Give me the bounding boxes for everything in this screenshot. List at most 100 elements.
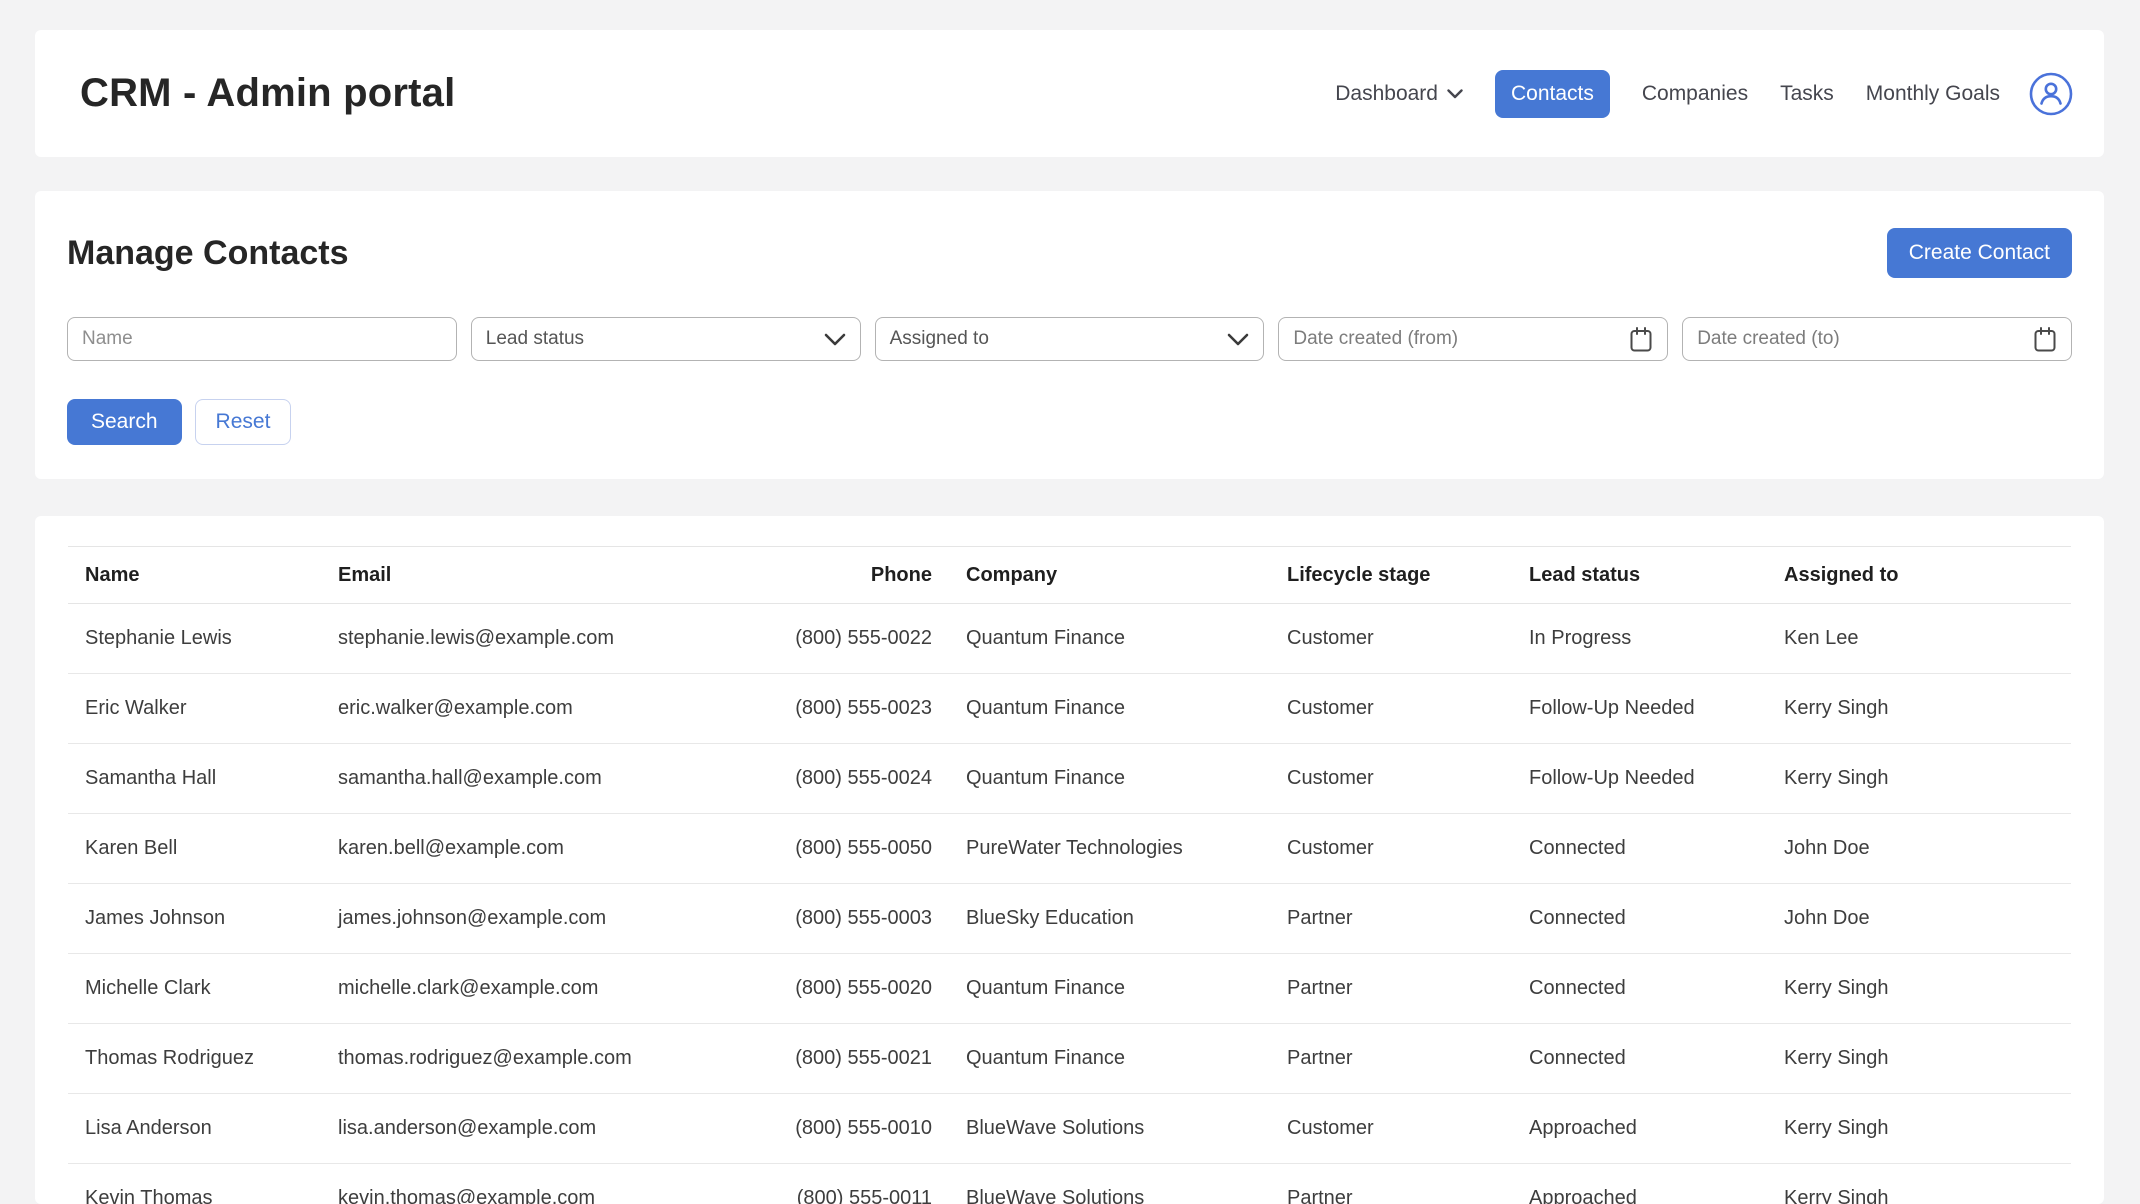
cell-phone: (800) 555-0023 xyxy=(640,674,949,744)
cell-phone: (800) 555-0003 xyxy=(640,884,949,954)
cell-company: Quantum Finance xyxy=(949,1024,1270,1094)
nav-item-monthly-goals[interactable]: Monthly Goals xyxy=(1866,82,2000,106)
cell-company: BlueWave Solutions xyxy=(949,1094,1270,1164)
cell-lead-status: Follow-Up Needed xyxy=(1512,744,1767,814)
lead-status-select[interactable]: Lead status xyxy=(471,317,861,361)
app-header: CRM - Admin portal Dashboard Contacts Co… xyxy=(35,30,2104,157)
cell-phone: (800) 555-0022 xyxy=(640,604,949,674)
name-input[interactable] xyxy=(67,317,457,361)
cell-phone: (800) 555-0021 xyxy=(640,1024,949,1094)
cell-name: James Johnson xyxy=(68,884,321,954)
nav-item-label: Companies xyxy=(1642,82,1748,106)
cell-lead-status: Connected xyxy=(1512,1024,1767,1094)
cell-name: Samantha Hall xyxy=(68,744,321,814)
cell-assigned-to: Kerry Singh xyxy=(1767,744,2071,814)
select-placeholder: Lead status xyxy=(486,328,584,350)
cell-lifecycle-stage: Partner xyxy=(1270,1164,1512,1204)
nav-item-dashboard[interactable]: Dashboard xyxy=(1335,82,1463,106)
search-button[interactable]: Search xyxy=(67,399,182,445)
manage-contacts-panel: Manage Contacts Create Contact Lead stat… xyxy=(35,191,2104,479)
nav-item-tasks[interactable]: Tasks xyxy=(1780,82,1834,106)
date-placeholder: Date created (to) xyxy=(1697,328,1840,350)
column-header-lifecycle-stage: Lifecycle stage xyxy=(1270,547,1512,604)
cell-lead-status: Connected xyxy=(1512,954,1767,1024)
user-avatar-button[interactable] xyxy=(2028,71,2074,117)
cell-assigned-to: Kerry Singh xyxy=(1767,954,2071,1024)
table-row[interactable]: Eric Walker eric.walker@example.com (800… xyxy=(68,674,2071,744)
cell-company: PureWater Technologies xyxy=(949,814,1270,884)
date-created-to-input[interactable]: Date created (to) xyxy=(1682,317,2072,361)
table-row[interactable]: Thomas Rodriguez thomas.rodriguez@exampl… xyxy=(68,1024,2071,1094)
cell-company: Quantum Finance xyxy=(949,604,1270,674)
table-row[interactable]: Michelle Clark michelle.clark@example.co… xyxy=(68,954,2071,1024)
cell-email: samantha.hall@example.com xyxy=(321,744,640,814)
table-row[interactable]: Kevin Thomas kevin.thomas@example.com (8… xyxy=(68,1164,2071,1204)
date-created-from-input[interactable]: Date created (from) xyxy=(1278,317,1668,361)
nav-item-contacts[interactable]: Contacts xyxy=(1495,70,1610,118)
cell-name: Lisa Anderson xyxy=(68,1094,321,1164)
cell-name: Stephanie Lewis xyxy=(68,604,321,674)
nav-item-label: Dashboard xyxy=(1335,82,1438,106)
cell-company: Quantum Finance xyxy=(949,954,1270,1024)
cell-lead-status: Connected xyxy=(1512,814,1767,884)
table-row[interactable]: Samantha Hall samantha.hall@example.com … xyxy=(68,744,2071,814)
app-title: CRM - Admin portal xyxy=(80,71,455,116)
cell-email: michelle.clark@example.com xyxy=(321,954,640,1024)
cell-lifecycle-stage: Customer xyxy=(1270,674,1512,744)
column-header-email: Email xyxy=(321,547,640,604)
column-header-company: Company xyxy=(949,547,1270,604)
cell-assigned-to: Ken Lee xyxy=(1767,604,2071,674)
contacts-table-card: Name Email Phone Company Lifecycle stage… xyxy=(35,516,2104,1204)
chevron-down-icon xyxy=(1227,333,1249,346)
column-header-lead-status: Lead status xyxy=(1512,547,1767,604)
cell-assigned-to: John Doe xyxy=(1767,884,2071,954)
cell-lifecycle-stage: Customer xyxy=(1270,604,1512,674)
cell-email: karen.bell@example.com xyxy=(321,814,640,884)
table-header-row: Name Email Phone Company Lifecycle stage… xyxy=(68,547,2071,604)
nav-item-label: Tasks xyxy=(1780,82,1834,106)
cell-email: stephanie.lewis@example.com xyxy=(321,604,640,674)
cell-lifecycle-stage: Partner xyxy=(1270,884,1512,954)
chevron-down-icon xyxy=(1447,89,1463,99)
column-header-assigned-to: Assigned to xyxy=(1767,547,2071,604)
table-row[interactable]: James Johnson james.johnson@example.com … xyxy=(68,884,2071,954)
cell-email: james.johnson@example.com xyxy=(321,884,640,954)
cell-assigned-to: Kerry Singh xyxy=(1767,1164,2071,1204)
column-header-name: Name xyxy=(68,547,321,604)
cell-lifecycle-stage: Customer xyxy=(1270,744,1512,814)
table-row[interactable]: Lisa Anderson lisa.anderson@example.com … xyxy=(68,1094,2071,1164)
column-header-phone: Phone xyxy=(640,547,949,604)
nav-item-label: Contacts xyxy=(1511,82,1594,106)
assigned-to-select[interactable]: Assigned to xyxy=(875,317,1265,361)
calendar-icon xyxy=(1629,326,1653,353)
nav-item-companies[interactable]: Companies xyxy=(1642,82,1748,106)
table-row[interactable]: Stephanie Lewis stephanie.lewis@example.… xyxy=(68,604,2071,674)
filter-row: Lead status Assigned to Date created (fr… xyxy=(67,317,2072,361)
cell-company: Quantum Finance xyxy=(949,674,1270,744)
cell-assigned-to: Kerry Singh xyxy=(1767,1024,2071,1094)
cell-assigned-to: John Doe xyxy=(1767,814,2071,884)
calendar-icon xyxy=(2033,326,2057,353)
chevron-down-icon xyxy=(824,333,846,346)
nav-item-label: Monthly Goals xyxy=(1866,82,2000,106)
cell-name: Eric Walker xyxy=(68,674,321,744)
cell-lifecycle-stage: Partner xyxy=(1270,954,1512,1024)
date-placeholder: Date created (from) xyxy=(1293,328,1458,350)
table-row[interactable]: Karen Bell karen.bell@example.com (800) … xyxy=(68,814,2071,884)
cell-name: Karen Bell xyxy=(68,814,321,884)
cell-lifecycle-stage: Customer xyxy=(1270,814,1512,884)
user-icon xyxy=(2028,71,2074,117)
filter-actions: Search Reset xyxy=(67,399,2072,445)
cell-phone: (800) 555-0050 xyxy=(640,814,949,884)
page: CRM - Admin portal Dashboard Contacts Co… xyxy=(0,0,2140,1204)
cell-lead-status: Approached xyxy=(1512,1164,1767,1204)
create-contact-button[interactable]: Create Contact xyxy=(1887,228,2072,278)
cell-company: BlueSky Education xyxy=(949,884,1270,954)
cell-email: eric.walker@example.com xyxy=(321,674,640,744)
panel-header: Manage Contacts Create Contact xyxy=(67,227,2072,279)
cell-email: thomas.rodriguez@example.com xyxy=(321,1024,640,1094)
cell-name: Thomas Rodriguez xyxy=(68,1024,321,1094)
reset-button[interactable]: Reset xyxy=(195,399,292,445)
cell-lead-status: Approached xyxy=(1512,1094,1767,1164)
contacts-table: Name Email Phone Company Lifecycle stage… xyxy=(68,546,2071,1204)
